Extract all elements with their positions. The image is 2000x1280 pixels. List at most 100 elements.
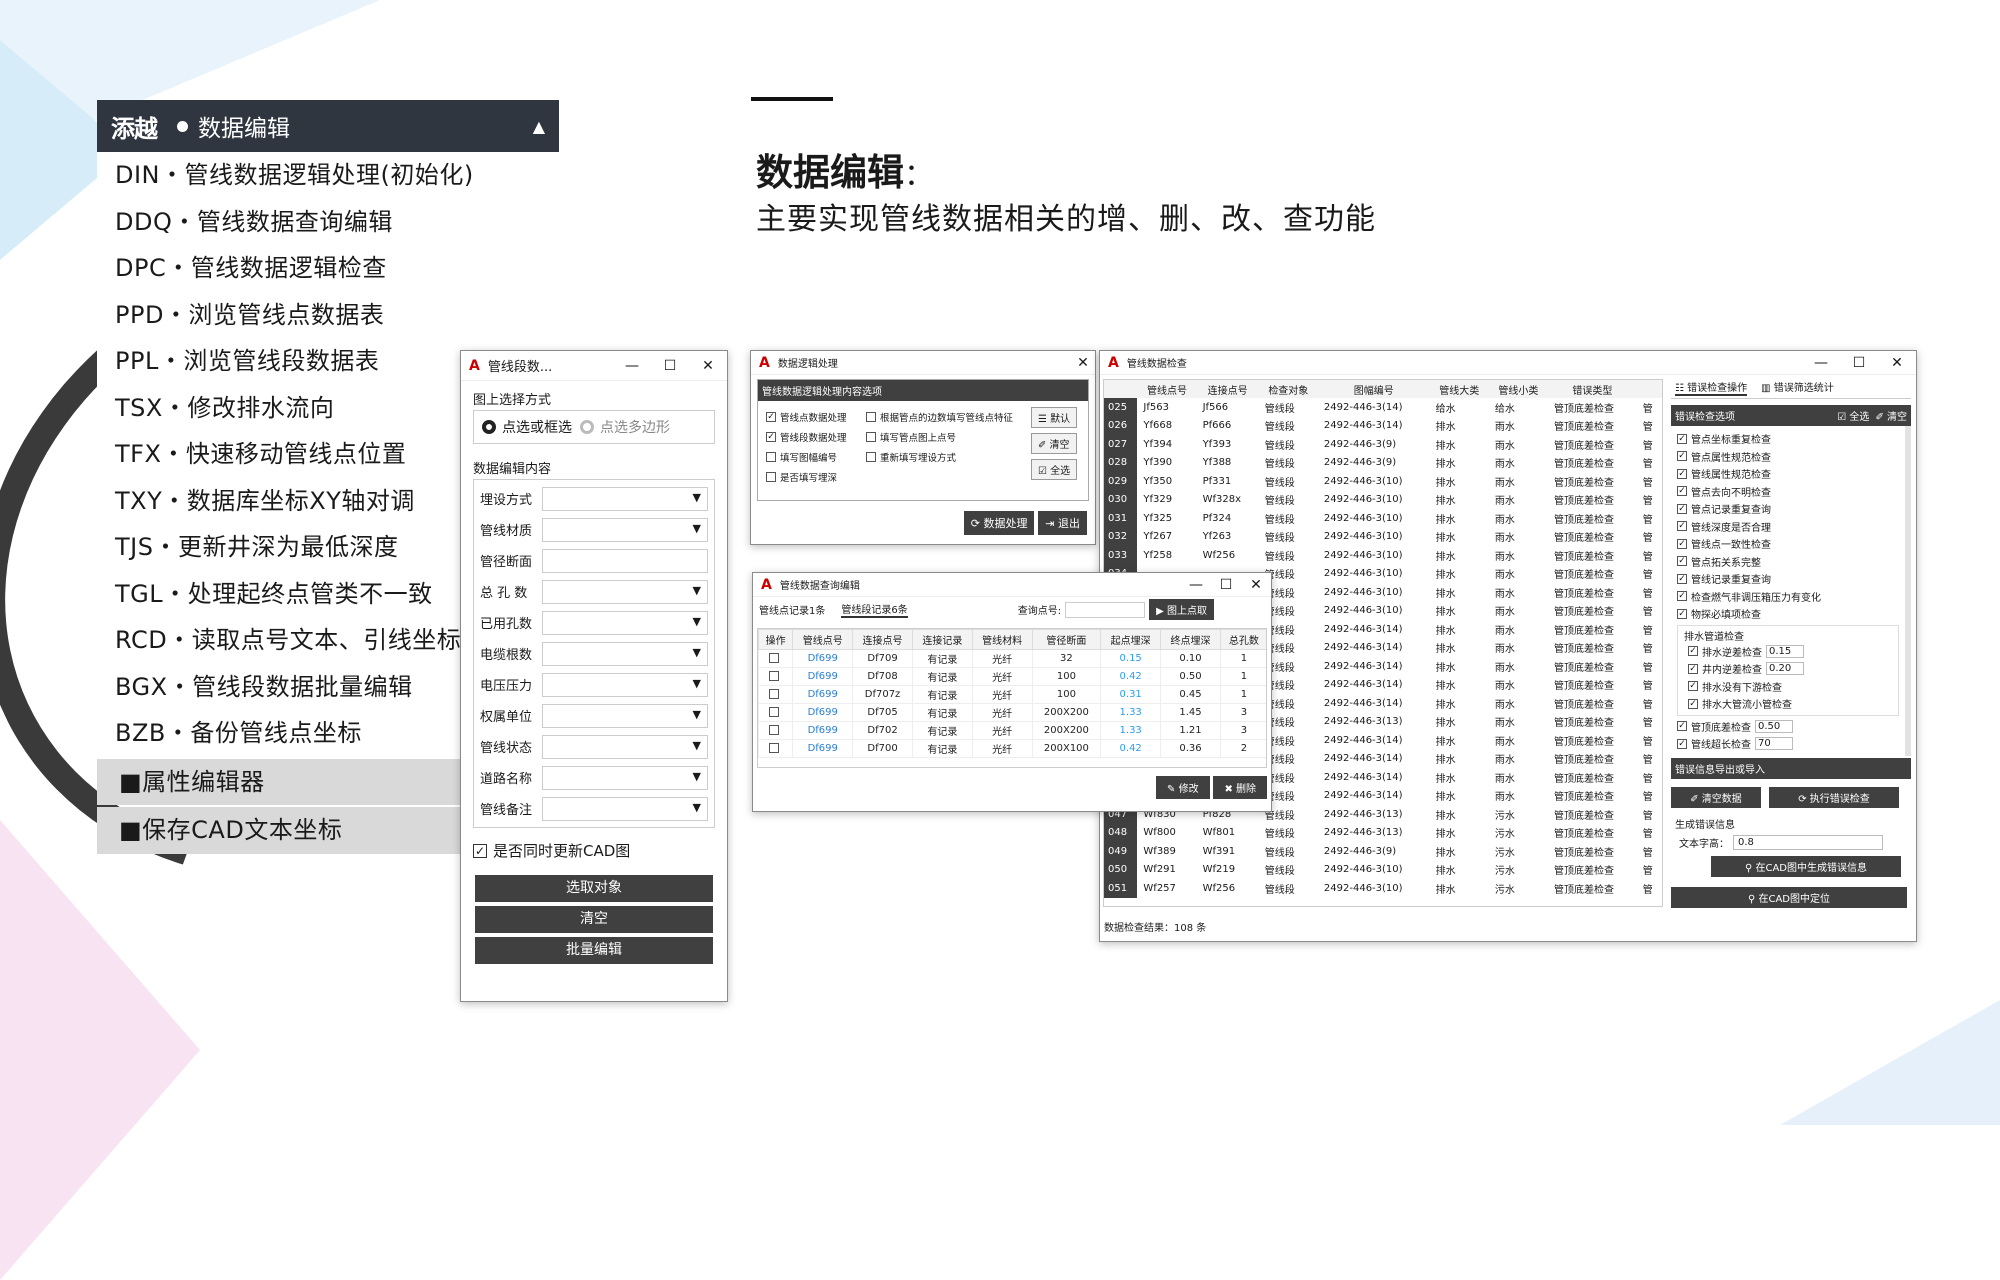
check-item[interactable]: ✓ 管线超长检查 70 <box>1677 735 1899 753</box>
column-header[interactable]: 管线点号 <box>1137 380 1196 398</box>
check-item[interactable]: ✓ 检查燃气非调压箱压力有变化 <box>1677 588 1899 606</box>
field-dropdown[interactable]: ▼ <box>542 486 708 511</box>
table-row[interactable]: 027 Yf394 Yf393 管线段 2492-446-3(9) 排水 雨水 管顶底差检查 管 <box>1104 435 1662 454</box>
batch-edit-button[interactable]: 批量编辑 <box>475 937 713 964</box>
default-button[interactable]: ☰ 默认 <box>1031 407 1078 428</box>
threshold-input[interactable]: 0.15 <box>1766 644 1804 658</box>
table-row[interactable]: 031 Yf325 Pf324 管线段 2492-446-3(10) 排水 雨水 管顶底差检查… <box>1104 509 1662 528</box>
field-dropdown[interactable]: ▼ <box>542 517 708 542</box>
close-button[interactable]: ✕ <box>1071 355 1095 371</box>
export-import-bar[interactable]: 错误信息导出或导入 <box>1671 758 1911 779</box>
update-cad-checkbox[interactable]: ✓ 是否同时更新CAD图 <box>473 840 715 861</box>
column-header[interactable]: 管线材料 <box>971 629 1033 650</box>
run-check-button[interactable]: ⟳ 执行错误检查 <box>1769 787 1899 808</box>
column-header[interactable]: 错误类型 <box>1548 380 1637 398</box>
option-checkbox[interactable]: ✓ 管线点数据处理 <box>766 407 866 427</box>
table-row[interactable]: 026 Yf668 Pf666 管线段 2492-446-3(14) 排水 雨水 管顶底差检查… <box>1104 416 1662 435</box>
option-checkbox[interactable]: 是否填写埋深 <box>766 467 866 487</box>
column-header[interactable]: 管线大类 <box>1430 380 1489 398</box>
drain-check-item[interactable]: ✓ 排水没有下游检查 <box>1684 678 1892 696</box>
column-header[interactable]: 检查对象 <box>1259 380 1318 398</box>
check-item[interactable]: ✓ 物探必填项检查 <box>1677 605 1899 623</box>
table-row[interactable]: 030 Yf329 Wf328x 管线段 2492-446-3(10) 排水 雨水 管顶底差检… <box>1104 490 1662 509</box>
column-header[interactable]: 连接点号 <box>1197 380 1259 398</box>
select-objects-button[interactable]: 选取对象 <box>475 875 713 902</box>
field-dropdown[interactable]: ▼ <box>542 641 708 666</box>
check-item[interactable]: ✓ 管线点一致性检查 <box>1677 535 1899 553</box>
select-all-button[interactable]: ☑ 全选 <box>1031 459 1078 480</box>
check-item[interactable]: ✓ 管点坐标重复检查 <box>1677 430 1899 448</box>
table-row[interactable]: 032 Yf267 Yf263 管线段 2492-446-3(10) 排水 雨水 管顶底差检查… <box>1104 527 1662 546</box>
generate-errors-button[interactable]: ⚲ 在CAD图中生成错误信息 <box>1711 856 1901 877</box>
row-checkbox[interactable] <box>758 703 794 722</box>
locate-in-cad-button[interactable]: ⚲ 在CAD图中定位 <box>1671 887 1907 908</box>
field-dropdown[interactable]: ▼ <box>542 703 708 728</box>
column-header[interactable]: 总孔数 <box>1219 629 1266 650</box>
option-checkbox[interactable]: 填写管点图上点号 <box>866 427 1031 447</box>
option-checkbox[interactable]: 重新填写埋设方式 <box>866 447 1031 467</box>
exit-button[interactable]: ⇥ 退出 <box>1038 511 1087 535</box>
table-row[interactable]: 051 Wf257 Wf256 管线段 2492-446-3(10) 排水 污水 管顶底差检查… <box>1104 879 1662 898</box>
drain-check-item[interactable]: ✓ 排水逆差检查 0.15 <box>1684 643 1892 661</box>
row-checkbox[interactable] <box>758 721 794 740</box>
option-checkbox[interactable]: 根据管点的边数填写管线点特征 <box>866 407 1031 427</box>
close-button[interactable]: ✕ <box>689 358 727 374</box>
collapse-arrow-icon[interactable]: ▲ <box>533 117 545 136</box>
column-header[interactable]: 图幅编号 <box>1318 380 1430 398</box>
row-checkbox[interactable] <box>758 667 794 686</box>
window-titlebar[interactable]: A 管线数据查询编辑 — ☐ ✕ <box>753 573 1271 597</box>
table-row[interactable]: 049 Wf389 Wf391 管线段 2492-446-3(9) 排水 污水 管顶底差检查 管 <box>1104 842 1662 861</box>
clear-button[interactable]: ✐ 清空 <box>1875 408 1907 423</box>
minimize-button[interactable]: — <box>1181 577 1211 593</box>
column-header[interactable]: 起点埋深 <box>1100 629 1162 650</box>
drain-check-item[interactable]: ✓ 井内逆差检查 0.20 <box>1684 660 1892 678</box>
drain-check-item[interactable]: ✓ 排水大管流小管检查 <box>1684 695 1892 713</box>
column-header[interactable]: 终点埋深 <box>1160 629 1221 650</box>
row-checkbox[interactable] <box>758 649 794 668</box>
row-checkbox[interactable] <box>758 685 794 704</box>
clear-data-button[interactable]: ✐ 清空数据 <box>1671 787 1761 808</box>
tab-error-filter[interactable]: ▥ 错误筛选统计 <box>1761 379 1834 396</box>
row-checkbox[interactable] <box>758 739 794 758</box>
check-item[interactable]: ✓ 管点拓关系完整 <box>1677 553 1899 571</box>
radio-polygon-select[interactable] <box>580 420 594 434</box>
table-row[interactable]: 050 Wf291 Wf219 管线段 2492-446-3(10) 排水 污水 管顶底差检查… <box>1104 860 1662 879</box>
table-row[interactable]: Df699 Df707z 有记录 光纤 100 0.31 0.45 1 <box>758 685 1266 704</box>
minimize-button[interactable]: — <box>613 358 651 374</box>
column-header[interactable] <box>1637 380 1662 398</box>
table-row[interactable]: Df699 Df709 有记录 光纤 32 0.15 0.10 1 <box>758 649 1266 668</box>
field-dropdown[interactable]: ▼ <box>542 672 708 697</box>
tab-point-records[interactable]: 管线点记录1条 <box>759 602 825 617</box>
window-titlebar[interactable]: A 管线数据检查 — ☐ ✕ <box>1100 351 1916 375</box>
check-item[interactable]: ✓ 管线记录重复查询 <box>1677 570 1899 588</box>
column-header[interactable] <box>1104 380 1137 398</box>
table-row[interactable]: Df699 Df700 有记录 光纤 200X100 0.42 0.36 2 <box>758 739 1266 758</box>
menu-item-dpc[interactable]: DPC・管线数据逻辑检查 <box>97 245 559 292</box>
maximize-button[interactable]: ☐ <box>651 358 689 374</box>
table-row[interactable]: Df699 Df705 有记录 光纤 200X200 1.33 1.45 3 <box>758 703 1266 722</box>
check-item[interactable]: ✓ 管点记录重复查询 <box>1677 500 1899 518</box>
clear-button[interactable]: ✐ 清空 <box>1031 433 1078 454</box>
field-dropdown[interactable]: ▼ <box>542 610 708 635</box>
column-header[interactable]: 连接点号 <box>852 629 913 650</box>
threshold-input[interactable]: 0.50 <box>1755 719 1793 733</box>
field-input[interactable] <box>542 548 708 573</box>
maximize-button[interactable]: ☐ <box>1840 355 1878 371</box>
check-item[interactable]: ✓ 管线属性规范检查 <box>1677 465 1899 483</box>
menu-item-ddq[interactable]: DDQ・管线数据查询编辑 <box>97 199 559 246</box>
tab-error-check[interactable]: ☷ 错误检查操作 <box>1675 379 1748 396</box>
query-input[interactable] <box>1065 601 1146 618</box>
select-all-button[interactable]: ☑ 全选 <box>1837 408 1869 423</box>
check-item[interactable]: ✓ 管线深度是否合理 <box>1677 518 1899 536</box>
menu-item-din[interactable]: DIN・管线数据逻辑处理(初始化) <box>97 152 559 199</box>
close-button[interactable]: ✕ <box>1241 577 1271 593</box>
threshold-input[interactable]: 0.20 <box>1766 662 1804 676</box>
check-item[interactable]: ✓ 管顶底差检查 0.50 <box>1677 718 1899 736</box>
field-dropdown[interactable]: ▼ <box>542 734 708 759</box>
column-header[interactable]: 管线小类 <box>1489 380 1548 398</box>
close-button[interactable]: ✕ <box>1878 355 1916 371</box>
window-titlebar[interactable]: A 数据逻辑处理 ✕ <box>751 351 1095 375</box>
menu-item-ppd[interactable]: PPD・浏览管线点数据表 <box>97 292 559 339</box>
clear-button[interactable]: 清空 <box>475 906 713 933</box>
option-checkbox[interactable]: ✓ 管线段数据处理 <box>766 427 866 447</box>
